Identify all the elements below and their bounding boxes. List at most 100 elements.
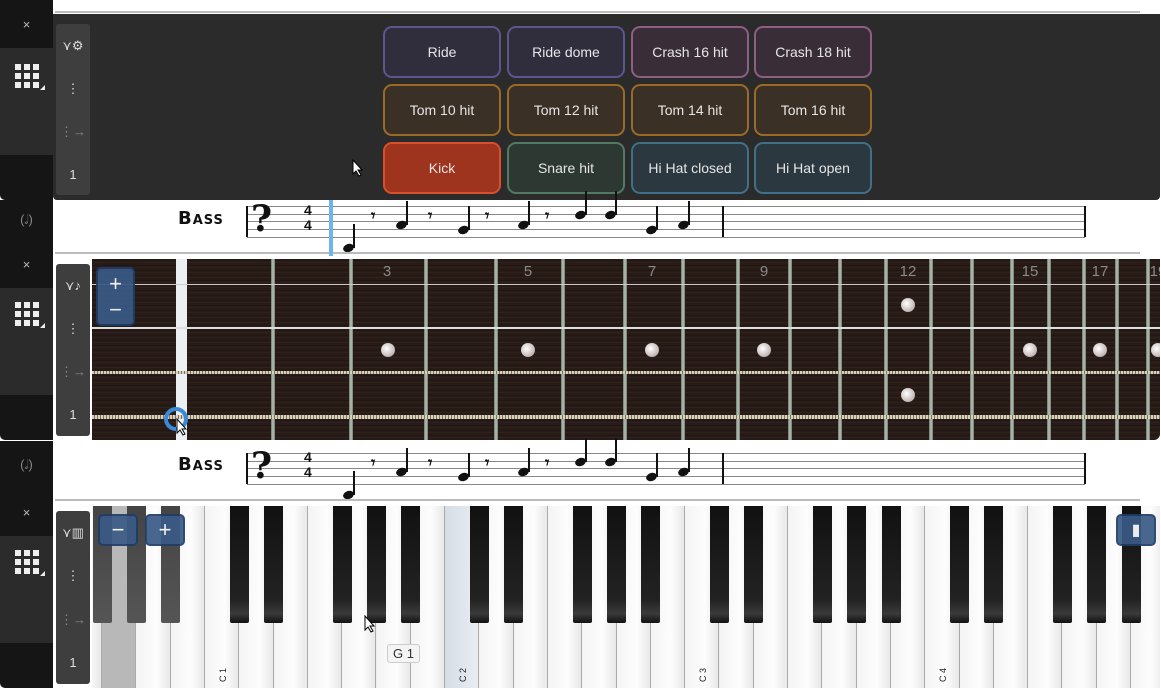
drum-pad-tom-12-hit[interactable]: Tom 12 hit [507, 84, 625, 136]
black-key[interactable] [847, 506, 867, 623]
black-key[interactable] [1087, 506, 1107, 623]
bass-fretboard[interactable]: 3 5 7 9 12 15 17 19 [92, 259, 1160, 440]
black-key[interactable] [504, 506, 524, 623]
fret [1146, 259, 1150, 440]
tuplet-button[interactable]: 1 [69, 407, 76, 422]
guitar-icon[interactable]: ⋎♪ [65, 278, 81, 294]
close-track-button[interactable]: × [0, 240, 53, 288]
drum-pad-ride[interactable]: Ride [383, 26, 501, 78]
fret [561, 259, 565, 440]
bass-string[interactable] [92, 327, 1160, 329]
time-signature: 44 [304, 449, 312, 480]
fret-inlay [757, 343, 771, 357]
octave-label: C 2 [458, 668, 469, 683]
drum-toolbar: ⋎⚙ ⋮ ⋮→ 1 [56, 24, 90, 195]
fret-number: 9 [759, 263, 769, 280]
mouse-cursor-icon [364, 615, 376, 633]
drum-pad-tom-10-hit[interactable]: Tom 10 hit [383, 84, 501, 136]
arpeggio-icon[interactable]: ⋮→ [60, 124, 86, 140]
fret-number: 5 [523, 263, 533, 280]
black-key[interactable] [881, 506, 901, 623]
black-key[interactable] [744, 506, 764, 623]
zoom-in-button[interactable]: + [109, 271, 122, 297]
mouse-cursor-icon [352, 159, 364, 177]
close-track-button[interactable]: × [0, 488, 53, 536]
bass-clef-icon: ? [251, 198, 273, 240]
close-track-button[interactable]: × [0, 0, 53, 48]
chord-icon[interactable]: ⋮ [67, 81, 80, 97]
black-key[interactable] [229, 506, 249, 623]
fret [970, 259, 974, 440]
drum-pad-crash-16-hit[interactable]: Crash 16 hit [631, 26, 749, 78]
piano-view-toggle-button[interactable]: ▮ [1116, 514, 1156, 546]
close-icon: × [22, 256, 31, 272]
grid-menu-button[interactable] [0, 48, 53, 155]
bass-piano-track-sidebar: (𝅗𝅥) × [0, 441, 53, 688]
drum-pad-ride-dome[interactable]: Ride dome [507, 26, 625, 78]
black-key[interactable] [984, 506, 1004, 623]
fret [788, 259, 792, 440]
black-key[interactable] [264, 506, 284, 623]
fret-number: 12 [899, 263, 917, 280]
drum-pad-tom-16-hit[interactable]: Tom 16 hit [754, 84, 872, 136]
fret [623, 259, 627, 440]
fret-inlay [381, 343, 395, 357]
piano-keyboard[interactable]: C 1 C 2 C 3 C 4 [92, 506, 1160, 688]
chord-icon[interactable]: ⋮ [67, 321, 80, 337]
bass-string[interactable] [92, 283, 1160, 285]
arpeggio-icon[interactable]: ⋮→ [60, 612, 86, 628]
rest-icon: 𝄾 [545, 455, 550, 472]
fret [929, 259, 933, 440]
note-toggle-button[interactable]: (𝅗𝅥) [0, 200, 53, 240]
black-key[interactable] [572, 506, 592, 623]
drum-pad-tom-14-hit[interactable]: Tom 14 hit [631, 84, 749, 136]
piano-icon[interactable]: ⋎▥ [62, 525, 84, 541]
close-icon: × [22, 16, 31, 32]
drum-kit-icon[interactable]: ⋎⚙ [62, 38, 83, 54]
fret-inlay [645, 343, 659, 357]
bass-string[interactable] [92, 370, 1160, 374]
black-key[interactable] [332, 506, 352, 623]
rest-icon: 𝄾 [428, 455, 433, 472]
bass-string[interactable] [92, 415, 1160, 419]
black-key[interactable] [950, 506, 970, 623]
grid-menu-button[interactable] [0, 288, 53, 395]
zoom-out-button[interactable]: − [109, 297, 122, 323]
grid-menu-button[interactable] [0, 536, 53, 643]
fret-inlay [1151, 343, 1160, 357]
bass-clef-icon: ? [251, 445, 273, 487]
mouse-cursor-icon [176, 418, 188, 436]
drum-track-sidebar: × [0, 0, 53, 200]
bass-fret-track-sidebar: (𝅗𝅥) × [0, 200, 53, 440]
piano-zoom-in-button[interactable]: + [145, 514, 185, 546]
chord-icon[interactable]: ⋮ [67, 568, 80, 584]
black-key[interactable] [607, 506, 627, 623]
drum-pad-crash-18-hit[interactable]: Crash 18 hit [754, 26, 872, 78]
fret [349, 259, 353, 440]
fret [271, 259, 275, 440]
black-key[interactable] [1053, 506, 1072, 623]
black-key[interactable] [367, 506, 386, 623]
piano-zoom-out-button[interactable]: − [98, 514, 138, 546]
arpeggio-icon[interactable]: ⋮→ [60, 364, 86, 380]
grid-icon [14, 64, 45, 90]
black-key[interactable] [710, 506, 729, 623]
fret [1010, 259, 1014, 440]
close-icon: × [22, 504, 31, 520]
black-key[interactable] [812, 506, 832, 623]
drum-pad-hi-hat-closed[interactable]: Hi Hat closed [631, 142, 749, 194]
playhead-cursor[interactable] [329, 200, 333, 256]
note-toggle-button[interactable]: (𝅗𝅥) [0, 441, 53, 488]
bass-score-2: Bass ? 4 4 𝄾 𝄾 𝄾 𝄾 [53, 438, 1144, 505]
rest-icon: 𝄾 [428, 208, 433, 225]
black-key[interactable] [469, 506, 489, 623]
rest-icon: 𝄾 [545, 208, 550, 225]
tuplet-button[interactable]: 1 [69, 167, 76, 182]
drum-pad-hi-hat-open[interactable]: Hi Hat open [754, 142, 872, 194]
drum-pad-kick[interactable]: Kick [383, 142, 501, 194]
black-key[interactable] [641, 506, 661, 623]
black-key[interactable] [401, 506, 421, 623]
drum-pad-snare-hit[interactable]: Snare hit [507, 142, 625, 194]
fret-inlay [1093, 343, 1107, 357]
tuplet-button[interactable]: 1 [69, 655, 76, 670]
